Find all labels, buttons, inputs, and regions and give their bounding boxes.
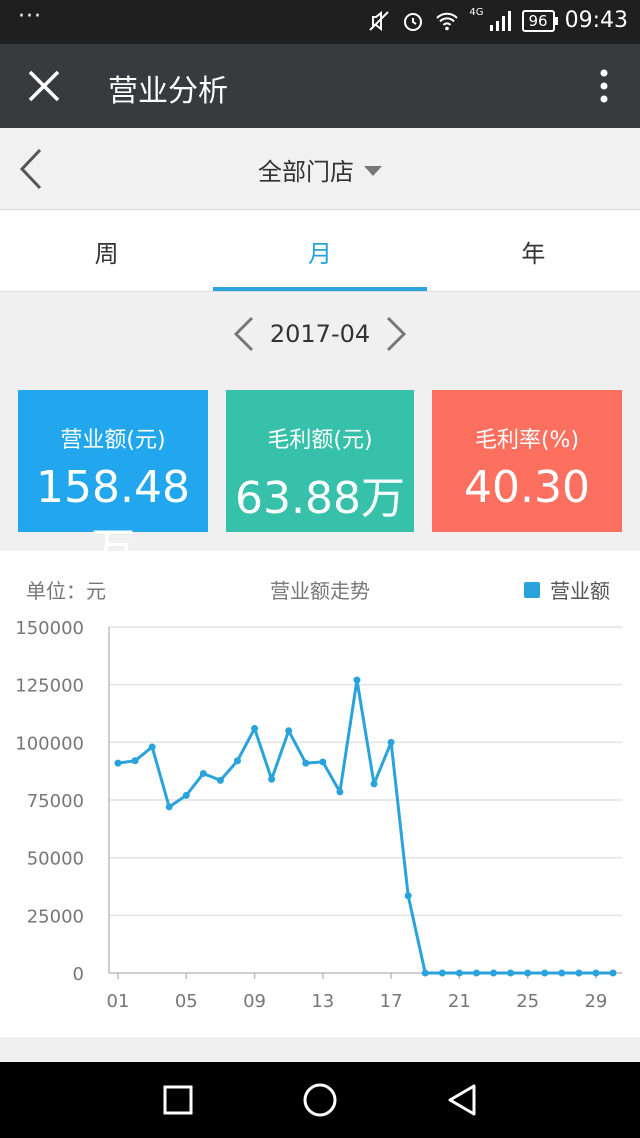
gross-margin-card-value: 40.30 — [464, 462, 590, 513]
period-label: 2017-04 — [269, 320, 371, 348]
store-selector-label: 全部门店 — [258, 158, 354, 186]
y-tick-label: 150000 — [15, 618, 84, 639]
more-options-icon[interactable] — [598, 68, 610, 104]
data-point — [507, 969, 515, 977]
gross-margin-card[interactable]: 毛利率(%) 40.30 — [432, 390, 622, 532]
network-type: 4G — [469, 7, 484, 18]
y-tick-label: 75000 — [27, 791, 84, 812]
data-point — [524, 969, 532, 977]
data-point — [302, 759, 310, 767]
y-tick-label: 125000 — [15, 676, 84, 697]
gross-margin-card-title: 毛利率(%) — [474, 428, 580, 453]
x-tick-label: 05 — [175, 991, 198, 1012]
data-point — [370, 780, 378, 788]
legend-label: 营业额 — [550, 579, 610, 603]
notification-dots: ··· — [18, 4, 42, 29]
x-tick-label: 17 — [380, 991, 403, 1012]
data-point — [455, 969, 463, 977]
status-bar: ··· 4G 96 09:43 — [0, 0, 640, 44]
data-point — [541, 969, 549, 977]
data-point — [575, 969, 583, 977]
data-point — [592, 969, 600, 977]
data-point — [387, 738, 395, 746]
data-point — [148, 743, 156, 751]
data-point — [199, 769, 207, 777]
prev-period-icon[interactable] — [232, 315, 256, 353]
gross-profit-card-title: 毛利额(元) — [267, 428, 373, 453]
x-tick-label: 13 — [311, 991, 334, 1012]
store-selector[interactable]: 全部门店 — [0, 152, 640, 187]
tab-week[interactable]: 周 — [0, 210, 213, 291]
back-nav-icon[interactable] — [442, 1080, 482, 1120]
data-point — [490, 969, 498, 977]
data-point — [353, 676, 361, 684]
tab-week-label: 周 — [94, 240, 119, 268]
data-point — [438, 969, 446, 977]
data-point — [609, 969, 617, 977]
close-icon[interactable] — [24, 66, 64, 106]
data-point — [336, 788, 344, 796]
next-period-icon[interactable] — [384, 315, 408, 353]
chart-legend[interactable]: 营业额 — [524, 575, 610, 604]
x-tick-label: 29 — [584, 991, 607, 1012]
kpi-cards: 营业额(元) 158.48万 毛利额(元) 63.88万 毛利率(%) 40.3… — [0, 390, 640, 575]
data-point — [251, 724, 259, 732]
store-selector-bar: 全部门店 — [0, 128, 640, 210]
tab-year[interactable]: 年 — [427, 210, 640, 291]
data-point — [472, 969, 480, 977]
alarm-icon — [404, 12, 423, 31]
chart-canvas: 0 25000 50000 75000 100000 125000 150000 01 05 09… — [15, 618, 622, 1012]
y-tick-label: 25000 — [27, 906, 84, 927]
dropdown-caret-icon — [364, 166, 382, 176]
data-point — [114, 759, 122, 767]
data-point — [319, 758, 327, 766]
tab-year-label: 年 — [521, 240, 546, 268]
wifi-icon — [436, 12, 459, 30]
mute-icon — [369, 10, 390, 31]
tab-month[interactable]: 月 — [213, 210, 427, 291]
data-point — [268, 775, 276, 783]
data-point — [558, 969, 566, 977]
signal-icon — [489, 10, 511, 31]
y-tick-label: 50000 — [27, 849, 84, 870]
series-line-revenue — [117, 678, 613, 975]
x-tick-label: 09 — [243, 991, 266, 1012]
data-point — [233, 757, 241, 765]
gross-profit-card[interactable]: 毛利额(元) 63.88万 — [226, 390, 414, 532]
revenue-trend-chart: 0 25000 50000 75000 100000 125000 150000 01 05 09… — [0, 551, 640, 1037]
app-bar: 营业分析 — [0, 44, 640, 128]
data-point — [131, 757, 139, 765]
page-title: 营业分析 — [108, 74, 228, 109]
x-tick-label: 25 — [516, 991, 539, 1012]
data-point — [182, 791, 190, 799]
x-tick-label: 01 — [107, 991, 130, 1012]
recents-icon[interactable] — [158, 1080, 198, 1120]
period-tabs: 周 月 年 — [0, 210, 640, 292]
data-point — [421, 969, 429, 977]
legend-swatch — [524, 581, 540, 598]
battery-icon: 96 — [521, 9, 558, 32]
clock: 09:43 — [564, 8, 628, 33]
period-navigator: 2017-04 — [0, 292, 640, 376]
gross-profit-card-value: 63.88万 — [235, 473, 405, 524]
y-tick-label: 0 — [73, 964, 84, 985]
x-tick-label: 21 — [448, 991, 471, 1012]
data-point — [216, 776, 224, 784]
y-tick-label: 100000 — [15, 733, 84, 754]
data-point — [285, 727, 293, 735]
system-nav-bar — [0, 1062, 640, 1138]
data-point — [404, 892, 412, 900]
revenue-card[interactable]: 营业额(元) 158.48万 — [18, 390, 208, 575]
data-point — [165, 803, 173, 811]
revenue-card-title: 营业额(元) — [60, 428, 166, 453]
home-icon[interactable] — [300, 1080, 340, 1120]
tab-month-label: 月 — [307, 240, 332, 268]
